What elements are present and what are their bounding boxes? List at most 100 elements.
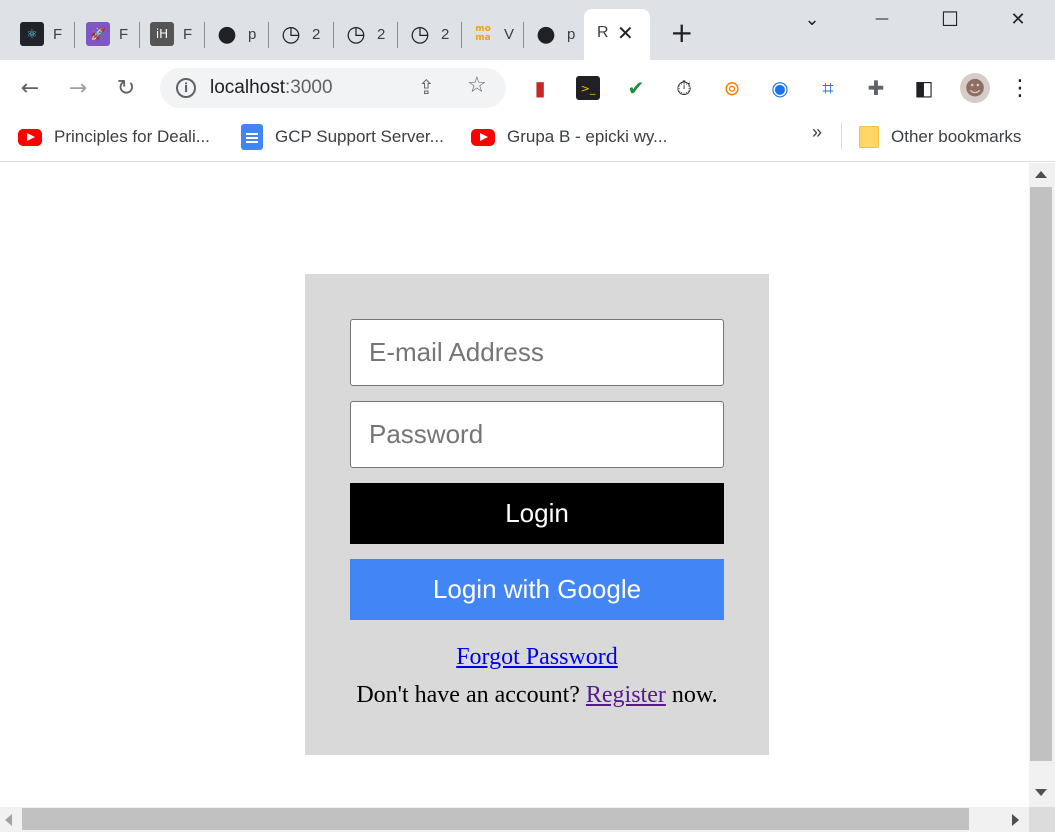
close-tab-icon[interactable]: ✕ <box>617 21 634 45</box>
password-field[interactable] <box>350 401 724 468</box>
folder-icon <box>859 126 879 148</box>
tab-title: V <box>504 25 515 43</box>
github-icon: ● <box>217 21 237 47</box>
tab-title: p <box>248 25 257 43</box>
tab-divider <box>333 22 334 48</box>
bookmark-label: Principles for Deali... <box>54 127 210 146</box>
tab-1[interactable]: 🚀 F <box>86 16 128 52</box>
tab-title: F <box>183 25 193 43</box>
clock-icon: ◷ <box>410 21 430 47</box>
bookmark-item[interactable]: Grupa B - epicki wy... <box>471 123 667 151</box>
kebab-menu-icon[interactable]: ⋮ <box>1008 76 1032 101</box>
crop-extension-icon[interactable]: ⌗ <box>816 76 840 100</box>
tab-divider <box>268 22 269 48</box>
minimize-icon[interactable]: — <box>862 6 902 32</box>
check-extension-icon[interactable]: ✔ <box>624 76 648 100</box>
tab-active[interactable]: R ✕ <box>584 9 650 60</box>
reload-icon[interactable]: ↻ <box>110 72 142 104</box>
puzzle-extensions-icon[interactable]: ✚ <box>864 76 888 100</box>
tab-title: F <box>53 25 63 43</box>
browser-toolbar: ← → ↻ i localhost:3000 ⇪ ☆ ▮ >_ ✔ ⏱ ⊚ ◉ ⌗ ✚ ◧ ☻ ⋮ <box>0 60 1055 116</box>
youtube-icon <box>471 128 495 146</box>
google-docs-icon <box>241 124 263 150</box>
tab-divider <box>397 22 398 48</box>
terminal-extension-icon[interactable]: >_ <box>576 76 600 100</box>
tab-4[interactable]: ◷ 2 <box>279 16 320 52</box>
tab-7[interactable]: mo ma V <box>471 16 514 52</box>
clock-icon: ◷ <box>281 21 301 47</box>
bookmark-item[interactable]: GCP Support Server... <box>241 123 444 151</box>
login-with-google-button[interactable]: Login with Google <box>350 559 724 620</box>
tab-title: R <box>597 24 609 41</box>
side-panel-icon[interactable]: ◧ <box>912 76 936 100</box>
bookmark-item[interactable]: Principles for Deali... <box>18 123 210 151</box>
bookmarks-divider <box>841 123 842 149</box>
tab-divider <box>523 22 524 48</box>
page-viewport: Login Login with Google Forgot Password … <box>0 163 1029 807</box>
register-link[interactable]: Register <box>586 682 666 708</box>
tab-title: F <box>119 25 129 43</box>
close-window-icon[interactable]: ✕ <box>998 6 1038 32</box>
url-host: localhost <box>210 77 285 98</box>
other-bookmarks-label: Other bookmarks <box>891 127 1022 146</box>
forgot-password-link[interactable]: Forgot Password <box>456 644 618 670</box>
back-icon[interactable]: ← <box>14 72 46 104</box>
tab-search-icon[interactable]: ⌄ <box>792 6 832 32</box>
aperture-extension-icon[interactable]: ◉ <box>768 76 792 100</box>
tab-divider <box>139 22 140 48</box>
clock-icon: ◷ <box>346 21 366 47</box>
tab-title: 2 <box>377 25 386 43</box>
other-bookmarks[interactable]: Other bookmarks <box>859 123 1021 151</box>
scroll-right-arrow-icon[interactable] <box>1012 814 1019 826</box>
email-field[interactable] <box>350 319 724 386</box>
browser-window: ⚛ F 🚀 F iH F ● p ◷ 2 ◷ 2 ◷ 2 mo ma V ● p… <box>0 0 1055 832</box>
bookmark-label: Grupa B - epicki wy... <box>507 127 668 146</box>
youtube-icon <box>18 128 42 146</box>
tab-title: 2 <box>312 25 321 43</box>
register-suffix: now. <box>671 682 718 708</box>
share-icon[interactable]: ⇪ <box>418 75 435 99</box>
vertical-scrollbar[interactable] <box>1029 163 1055 807</box>
tab-8[interactable]: ● p <box>534 16 575 52</box>
tab-divider <box>74 22 75 48</box>
react-icon: ⚛ <box>20 22 44 46</box>
profile-avatar-icon[interactable]: ☻ <box>960 73 990 103</box>
tab-2[interactable]: iH F <box>150 16 192 52</box>
horizontal-scrollbar[interactable] <box>0 807 1029 832</box>
forgot-password-row: Forgot Password <box>305 644 769 671</box>
register-prefix: Don't have an account? <box>356 682 580 708</box>
tab-6[interactable]: ◷ 2 <box>408 16 449 52</box>
new-tab-button[interactable]: + <box>670 18 693 48</box>
maximize-icon[interactable]: ☐ <box>930 6 970 32</box>
address-bar[interactable]: i localhost:3000 ⇪ ☆ <box>160 68 506 108</box>
tab-3[interactable]: ● p <box>215 16 256 52</box>
rocket-icon: 🚀 <box>86 22 110 46</box>
tab-divider <box>461 22 462 48</box>
vpn-extension-icon[interactable]: ⊚ <box>720 76 744 100</box>
scroll-up-arrow-icon[interactable] <box>1035 171 1047 178</box>
tab-title: p <box>567 25 576 43</box>
vertical-scroll-thumb[interactable] <box>1030 187 1052 761</box>
horizontal-scroll-thumb[interactable] <box>22 808 969 830</box>
bookmark-star-icon[interactable]: ☆ <box>467 73 487 98</box>
sd-card-extension-icon[interactable]: ▮ <box>528 76 552 100</box>
tab-0[interactable]: ⚛ F <box>20 16 62 52</box>
stopwatch-extension-icon[interactable]: ⏱ <box>672 76 696 100</box>
scroll-down-arrow-icon[interactable] <box>1035 789 1047 796</box>
tab-strip: ⚛ F 🚀 F iH F ● p ◷ 2 ◷ 2 ◷ 2 mo ma V ● p… <box>0 0 1055 60</box>
url-port: :3000 <box>285 77 333 98</box>
url-text[interactable]: localhost:3000 <box>210 77 333 99</box>
forward-icon[interactable]: → <box>62 72 94 104</box>
login-card: Login Login with Google Forgot Password … <box>305 274 769 755</box>
register-prompt: Don't have an account? Register now. <box>305 682 769 709</box>
bookmark-label: GCP Support Server... <box>275 127 444 146</box>
site-info-icon[interactable]: i <box>176 78 196 98</box>
scrollbar-corner <box>1029 807 1055 832</box>
tab-divider <box>204 22 205 48</box>
tab-5[interactable]: ◷ 2 <box>344 16 385 52</box>
scroll-left-arrow-icon[interactable] <box>5 814 12 826</box>
login-button[interactable]: Login <box>350 483 724 544</box>
bookmarks-overflow-icon[interactable]: » <box>812 122 822 143</box>
moma-icon: mo ma <box>475 24 491 43</box>
bookmarks-bar: Principles for Deali... GCP Support Serv… <box>0 116 1055 162</box>
